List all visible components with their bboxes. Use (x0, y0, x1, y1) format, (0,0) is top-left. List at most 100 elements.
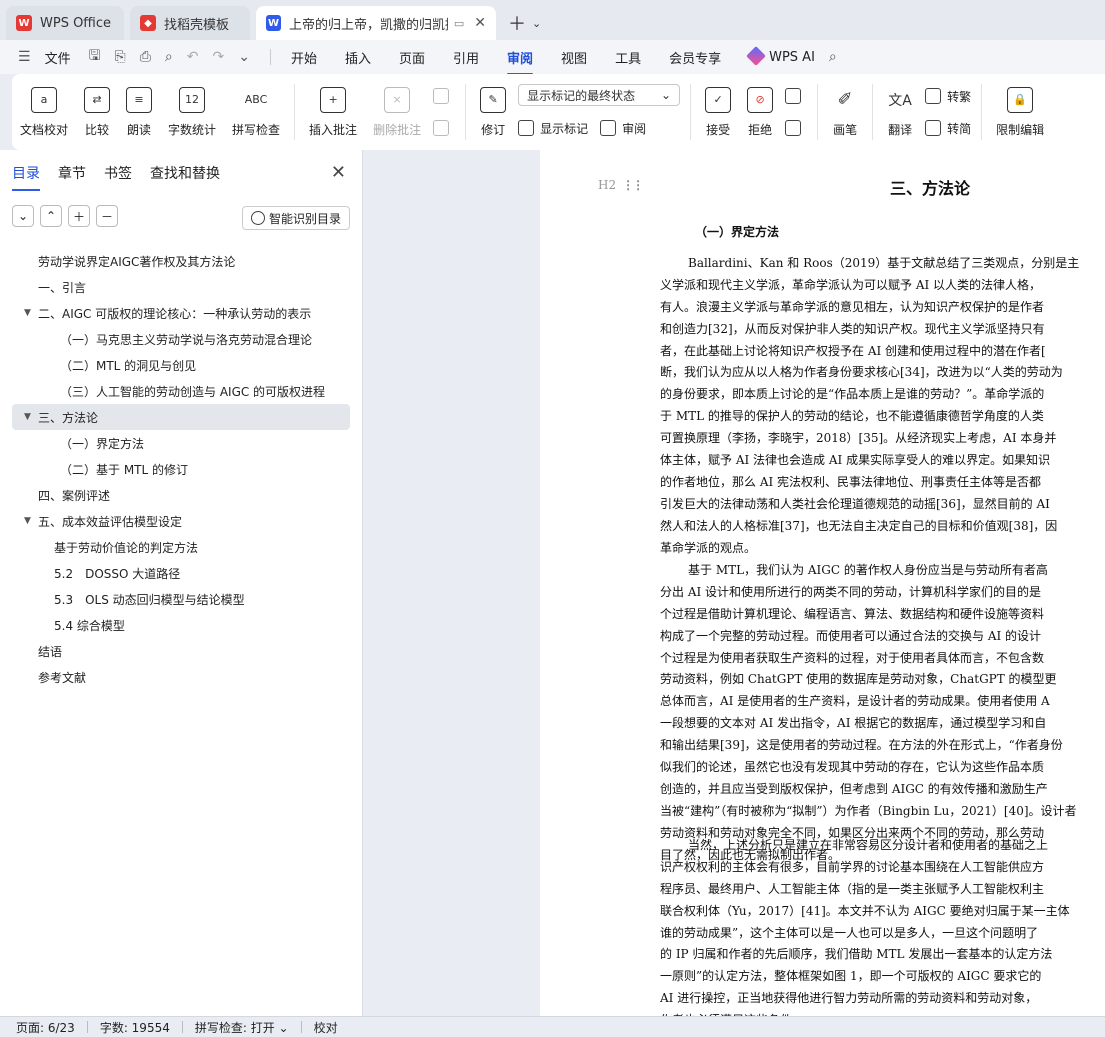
window-icon[interactable]: ▭ (454, 17, 464, 30)
wps-ai-label: WPS AI (769, 50, 815, 65)
spell-check-indicator[interactable]: 拼写检查: 打开 ⌄ (195, 1019, 289, 1036)
remove-heading-button[interactable]: － (96, 205, 118, 227)
toc-item[interactable]: 5.3 OLS 动态回归模型与结论模型 (12, 586, 350, 612)
toc-item-label: 二、AIGC 可版权的理论核心：一种承认劳动的表示 (38, 306, 312, 321)
tab-docer[interactable]: ◆ 找稻壳模板 (130, 6, 250, 40)
show-markup-button[interactable]: 显示标记 (518, 116, 588, 140)
toc-item[interactable]: 四、案例评述 (12, 482, 350, 508)
accept-button[interactable]: ✓ 接受 (697, 80, 739, 144)
collapse-up-button[interactable]: ⌃ (40, 205, 62, 227)
pen-button[interactable]: ✐ 画笔 (824, 80, 866, 144)
menu-home[interactable]: 开始 (291, 48, 317, 67)
restrict-edit-button[interactable]: 🔒 限制编辑 (988, 80, 1052, 144)
markup-mode-select[interactable]: 显示标记的最终状态 ⌄ (518, 84, 681, 106)
toc-item[interactable]: （一）马克思主义劳动学说与洛克劳动混合理论 (12, 326, 350, 352)
close-icon[interactable]: ✕ (474, 15, 486, 31)
next-comment-button[interactable] (433, 116, 455, 140)
writer-doc-icon: W (266, 15, 282, 31)
delete-comment-label: 删除批注 (373, 122, 422, 137)
insert-comment-button[interactable]: + 插入批注 (301, 80, 365, 144)
wps-ai-icon (746, 46, 766, 66)
read-aloud-button[interactable]: ≡ 朗读 (118, 80, 160, 144)
toc-item[interactable]: 一、引言 (12, 274, 350, 300)
proofread-indicator[interactable]: 校对 (314, 1019, 338, 1036)
word-count-indicator[interactable]: 字数: 19554 (100, 1019, 170, 1036)
new-tab-button[interactable]: ＋ ⌄ (502, 6, 547, 40)
insert-comment-label: 插入批注 (309, 122, 358, 137)
page-indicator[interactable]: 页面: 6/23 (16, 1019, 75, 1036)
tab-wps-office[interactable]: W WPS Office (6, 6, 124, 40)
menu-view[interactable]: 视图 (561, 48, 587, 67)
menu-review[interactable]: 审阅 (507, 48, 534, 75)
nav-tab-toc[interactable]: 目录 (12, 163, 40, 191)
delete-comment-button[interactable]: × 删除批注 (365, 80, 429, 144)
text-line: 的 IP 归属和作者的先后顺序，我们借助 MTL 发展出一套基本的认定方法 (660, 947, 1053, 962)
next-revision-button[interactable] (785, 116, 807, 140)
wps-logo-icon: W (16, 15, 32, 31)
toc-item[interactable]: ▼ 二、AIGC 可版权的理论核心：一种承认劳动的表示 (12, 300, 350, 326)
smart-toc-button[interactable]: 智能识别目录 (241, 206, 350, 230)
menu-insert[interactable]: 插入 (345, 48, 371, 67)
menu-member[interactable]: 会员专享 (669, 48, 721, 67)
revise-button[interactable]: ✎ 修订 (472, 80, 514, 144)
toc-item[interactable]: （三）人工智能的劳动创造与 AIGC 的可版权进程 (12, 378, 350, 404)
menu-tools[interactable]: 工具 (615, 48, 641, 67)
review-pane-button[interactable]: 审阅 (600, 116, 646, 140)
to-traditional-button[interactable]: 转繁 (925, 84, 971, 108)
print-preview-icon[interactable]: ⌕ (165, 49, 173, 65)
menu-page[interactable]: 页面 (399, 48, 425, 67)
toc-item[interactable]: 劳动学说界定AIGC著作权及其方法论 (12, 248, 350, 274)
markup-row: 显示标记 审阅 (518, 116, 680, 140)
toc-item[interactable]: （一）界定方法 (12, 430, 350, 456)
to-simplified-button[interactable]: 转简 (925, 116, 971, 140)
search-icon[interactable]: ⌕ (829, 49, 837, 65)
reject-button[interactable]: ⊘ 拒绝 (739, 80, 781, 144)
collapse-arrow-icon[interactable]: ▼ (24, 516, 31, 526)
toc-item[interactable]: （二）基于 MTL 的修订 (12, 456, 350, 482)
drag-handle-icon[interactable]: ⋮⋮ (622, 178, 644, 192)
compare-button[interactable]: ⇄ 比较 (76, 80, 118, 144)
nav-tab-bookmarks[interactable]: 书签 (104, 163, 132, 183)
toc-item[interactable]: 5.2 DOSSO 大道路径 (12, 560, 350, 586)
menu-icon[interactable]: ☰ (18, 49, 31, 65)
export-icon[interactable]: ⎘ (115, 49, 126, 65)
plus-icon: ＋ (508, 14, 526, 35)
undo-icon[interactable]: ↶ (187, 49, 199, 65)
add-heading-button[interactable]: ＋ (68, 205, 90, 227)
menu-bar: ☰ 文件 🖫 ⎘ ⎙ ⌕ ↶ ↷ ⌄ 开始 插入 页面 引用 审阅 视图 工具 … (0, 40, 1105, 75)
spell-check-button[interactable]: ABC 拼写检查 (224, 80, 288, 144)
collapse-arrow-icon[interactable]: ▼ (24, 412, 31, 422)
nav-tab-find-replace[interactable]: 查找和替换 (150, 163, 220, 183)
toc-item[interactable]: ▼ 三、方法论 (12, 404, 350, 430)
menu-file[interactable]: 文件 (45, 48, 71, 67)
toc-item-label: （二）基于 MTL 的修订 (60, 462, 188, 477)
doc-check-button[interactable]: a 文档校对 (12, 80, 76, 144)
toc-item[interactable]: （二）MTL 的洞见与创见 (12, 352, 350, 378)
toc-item-label: 基于劳动价值论的判定方法 (54, 540, 199, 555)
menu-reference[interactable]: 引用 (453, 48, 479, 67)
tab-document[interactable]: W 上帝的归上帝，凯撒的归凯撒 ▭ ✕ (256, 6, 496, 40)
toc-item[interactable]: ▼ 五、成本效益评估模型设定 (12, 508, 350, 534)
next-revision-icon (785, 120, 802, 136)
redo-icon[interactable]: ↷ (213, 49, 225, 65)
translate-button[interactable]: 文A 翻译 (879, 80, 921, 144)
document-page[interactable]: H2 ⋮⋮ 三、方法论 （一）界定方法 Ballardini、Kan 和 Roos… (540, 150, 1105, 1016)
toc-item[interactable]: 结语 (12, 638, 350, 664)
nav-tab-sections[interactable]: 章节 (58, 163, 86, 183)
print-icon[interactable]: ⎙ (140, 49, 151, 65)
previous-comment-button[interactable] (433, 84, 455, 108)
toc-item[interactable]: 基于劳动价值论的判定方法 (12, 534, 350, 560)
toc-item[interactable]: 参考文献 (12, 664, 350, 690)
close-icon[interactable]: ✕ (331, 162, 346, 183)
toc-item[interactable]: 5.4 综合模型 (12, 612, 350, 638)
word-count-button[interactable]: 12 字数统计 (160, 80, 224, 144)
heading-level-tag[interactable]: H2 ⋮⋮ (598, 178, 644, 192)
previous-revision-button[interactable] (785, 84, 807, 108)
chevron-down-icon[interactable]: ⌄ (238, 49, 250, 65)
expand-down-button[interactable]: ⌄ (12, 205, 34, 227)
save-icon[interactable]: 🖫 (89, 45, 101, 69)
wps-ai-button[interactable]: WPS AI (746, 46, 815, 66)
collapse-arrow-icon[interactable]: ▼ (24, 308, 31, 318)
text-line: 体主体，赋予 AI 法律也会造成 AI 成果实际享受人的难以界定。如果知识 (660, 453, 1051, 468)
to-simplified-label: 转简 (947, 121, 972, 136)
